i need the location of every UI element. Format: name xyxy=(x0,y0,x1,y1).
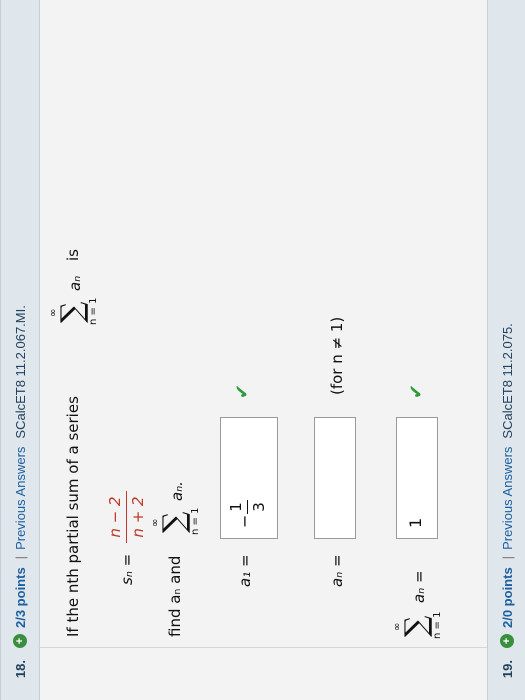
a1-minus: − xyxy=(235,514,254,528)
a1-fraction: 1 3 xyxy=(227,500,268,514)
screen: 18. + 2/3 points | Previous Answers SCal… xyxy=(0,0,525,700)
a1-numerator: 1 xyxy=(227,502,245,512)
a1-denominator: 3 xyxy=(250,502,268,512)
sum-answer-box[interactable]: 1 xyxy=(396,417,438,539)
an-note: (for n ≠ 1) xyxy=(328,316,346,395)
sn-numerator: n − 2 xyxy=(106,496,124,538)
plus-circle-icon[interactable]: + xyxy=(13,634,27,648)
question-number: 18. xyxy=(12,660,28,679)
a1-answer-box[interactable]: − 1 3 xyxy=(220,417,278,539)
fraction-bar xyxy=(126,491,127,543)
an-answer-box[interactable] xyxy=(314,417,356,539)
find-text: find aₙ and xyxy=(166,555,184,637)
question-code: SCalcET8 11.2.075. xyxy=(499,323,515,439)
plus-circle-icon[interactable]: + xyxy=(500,634,514,648)
find-sigma-lower: n = 1 xyxy=(190,507,201,535)
points-label: 2/0 points xyxy=(499,567,515,628)
question-number: 19. xyxy=(499,660,515,679)
check-icon: ✔ xyxy=(232,383,253,399)
prompt-suffix: is xyxy=(64,249,82,261)
find-term: aₙ. xyxy=(168,481,186,501)
sum-sigma: ∑ xyxy=(399,615,434,637)
check-icon: ✔ xyxy=(406,383,427,399)
question-code: SCalcET8 11.2.067.MI. xyxy=(12,305,28,439)
a1-label: a₁ = xyxy=(236,554,254,587)
question-18-header: 18. + 2/3 points | Previous Answers SCal… xyxy=(0,0,40,700)
sn-lhs: sₙ = xyxy=(118,553,136,585)
separator: | xyxy=(12,555,28,560)
question-19-header: 19. + 2/0 points | Previous Answers SCal… xyxy=(487,0,525,700)
prompt-prefix: If the nth partial sum of a series xyxy=(64,396,82,637)
prompt-sigma-lower: n = 1 xyxy=(88,297,99,325)
sum-label: aₙ = xyxy=(410,570,428,603)
question-18-body: If the nth partial sum of a series ∞ ∑ n… xyxy=(38,7,487,648)
prompt-term: aₙ xyxy=(66,275,84,291)
points-label: 2/3 points xyxy=(12,567,28,628)
sn-denominator: n + 2 xyxy=(129,496,147,538)
sn-fraction: n − 2 n + 2 xyxy=(106,491,147,543)
previous-answers-link[interactable]: Previous Answers xyxy=(13,447,28,550)
previous-answers-link[interactable]: Previous Answers xyxy=(500,447,515,550)
an-label: aₙ = xyxy=(328,554,346,587)
find-sigma: ∑ xyxy=(157,511,192,533)
sum-sigma-lower: n = 1 xyxy=(432,611,443,639)
prompt-sigma: ∑ xyxy=(55,301,90,323)
fraction-bar xyxy=(247,500,248,514)
separator: | xyxy=(499,555,515,560)
sum-answer-value: 1 xyxy=(406,517,425,528)
